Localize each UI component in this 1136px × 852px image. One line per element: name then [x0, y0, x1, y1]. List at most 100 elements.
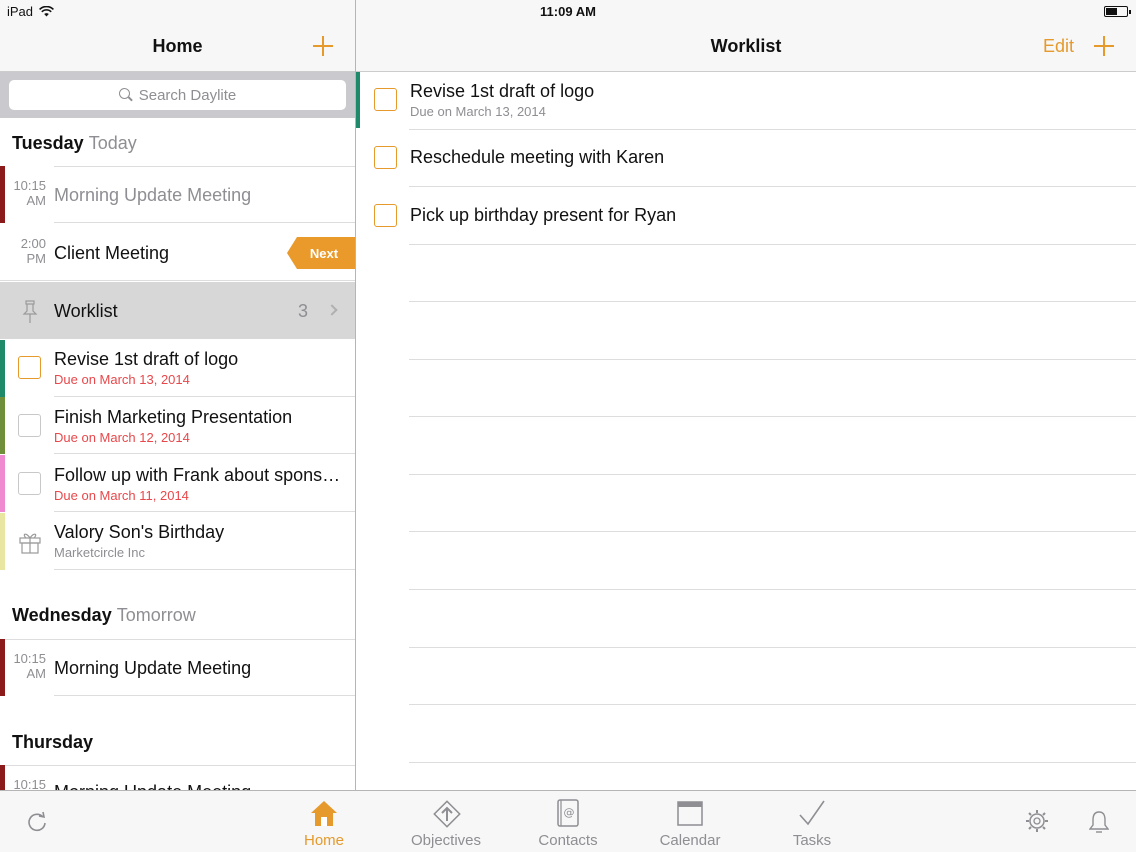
add-icon[interactable]	[313, 36, 333, 56]
tab-bar: Home Objectives @ Contacts Calendar Task…	[0, 790, 1136, 852]
list-item-event[interactable]: 10:15 AM Morning Update Meeting	[0, 166, 355, 223]
event-time: 2:00 PM	[20, 236, 46, 266]
chevron-right-icon	[326, 304, 338, 316]
worklist-panel: Worklist Edit Revise 1st draft of logo D…	[356, 0, 1136, 790]
tab-tasks[interactable]: Tasks	[757, 791, 867, 852]
empty-row-line	[409, 704, 1136, 705]
calendar-icon	[677, 801, 703, 826]
task-color-bar	[0, 455, 5, 512]
event-time: 10:15 AM	[13, 651, 46, 681]
svg-text:@: @	[564, 806, 575, 819]
list-item-task[interactable]: Follow up with Frank about sponsorship D…	[0, 455, 355, 512]
home-panel: Home Search Daylite Tuesday Today 10:15 A…	[0, 0, 355, 790]
section-sub: Tomorrow	[116, 605, 196, 625]
list-item-task[interactable]: Finish Marketing Presentation Due on Mar…	[0, 397, 355, 454]
birthday-color-bar	[0, 513, 5, 570]
task-color-bar	[0, 397, 5, 454]
task-checkbox[interactable]	[374, 88, 397, 111]
objectives-icon	[433, 800, 461, 828]
status-bar: iPad 11:09 AM	[0, 0, 1136, 24]
task-checkbox[interactable]	[374, 204, 397, 227]
task-due: Due on March 13, 2014	[54, 372, 190, 387]
task-row[interactable]: Reschedule meeting with Karen	[356, 129, 1136, 187]
tab-contacts[interactable]: @ Contacts	[513, 791, 623, 852]
task-title: Follow up with Frank about sponsorship	[54, 465, 344, 485]
tab-calendar[interactable]: Calendar	[635, 791, 745, 852]
task-checkbox[interactable]	[374, 146, 397, 169]
worklist-title: Worklist	[710, 36, 782, 56]
status-time: 11:09 AM	[540, 4, 596, 19]
tab-home[interactable]: Home	[269, 791, 379, 852]
search-placeholder: Search Daylite	[138, 86, 237, 104]
task-checkbox[interactable]	[18, 414, 41, 437]
tab-objectives[interactable]: Objectives	[391, 791, 501, 852]
task-row[interactable]: Revise 1st draft of logo Due on March 13…	[356, 72, 1136, 130]
task-title: Reschedule meeting with Karen	[410, 147, 665, 167]
settings-gear-icon[interactable]	[1025, 809, 1049, 833]
worklist-row[interactable]: Worklist 3	[0, 282, 355, 339]
tab-label: Calendar	[659, 832, 721, 849]
tab-label: Contacts	[538, 832, 598, 849]
section-day: Thursday	[12, 732, 94, 752]
task-title: Revise 1st draft of logo	[410, 81, 595, 101]
empty-row-line	[409, 647, 1136, 648]
empty-row-line	[409, 531, 1136, 532]
tab-label: Tasks	[792, 832, 832, 849]
list-item-event[interactable]: 10:15 AM Morning Update Meeting	[0, 639, 355, 696]
task-color-bar	[0, 340, 5, 397]
empty-row-line	[409, 589, 1136, 590]
worklist-label: Worklist	[54, 301, 118, 321]
task-due: Due on March 12, 2014	[54, 430, 190, 445]
tasks-icon	[799, 800, 825, 826]
empty-row-line	[409, 762, 1136, 763]
event-title: Morning Update Meeting	[54, 658, 252, 678]
bell-icon[interactable]	[1089, 810, 1109, 834]
section-day: Wednesday	[12, 605, 112, 625]
event-time: 10:15	[13, 777, 46, 790]
task-checkbox[interactable]	[18, 472, 41, 495]
split-divider	[355, 0, 356, 790]
contacts-icon: @	[557, 799, 579, 827]
task-title: Finish Marketing Presentation	[54, 407, 293, 427]
section-header-tuesday: Tuesday Today	[12, 133, 137, 154]
section-day: Tuesday	[12, 133, 84, 153]
section-header-thursday: Thursday	[12, 732, 93, 753]
task-title: Pick up birthday present for Ryan	[410, 205, 677, 225]
task-color-bar	[356, 72, 360, 128]
section-header-wednesday: Wednesday Tomorrow	[12, 605, 196, 626]
empty-row-line	[409, 474, 1136, 475]
task-row[interactable]: Pick up birthday present for Ryan	[356, 187, 1136, 245]
task-due: Due on March 11, 2014	[54, 488, 189, 503]
section-sub: Today	[88, 133, 137, 153]
home-title: Home	[152, 36, 203, 56]
list-item-event[interactable]: 2:00 PM Client Meeting Next	[0, 224, 355, 281]
search-icon	[118, 88, 133, 102]
task-checkbox[interactable]	[18, 356, 41, 379]
pin-icon	[22, 300, 38, 323]
event-title: Client Meeting	[54, 243, 170, 263]
list-item-event[interactable]: 10:15 Morning Update Meeting	[0, 765, 355, 790]
search-input[interactable]: Search Daylite	[9, 80, 346, 110]
task-title: Revise 1st draft of logo	[54, 349, 239, 369]
birthday-company: Marketcircle Inc	[54, 545, 146, 560]
empty-row-line	[409, 301, 1136, 302]
empty-row-line	[409, 416, 1136, 417]
edit-button[interactable]: Edit	[1043, 36, 1074, 57]
task-due: Due on March 13, 2014	[410, 104, 546, 119]
add-task-icon[interactable]	[1094, 36, 1114, 56]
list-item-task[interactable]: Revise 1st draft of logo Due on March 13…	[0, 340, 355, 397]
empty-row-line	[409, 359, 1136, 360]
birthday-title: Valory Son's Birthday	[54, 522, 225, 542]
tab-label: Home	[303, 832, 344, 849]
event-time: 10:15 AM	[13, 178, 46, 208]
battery-icon	[1104, 6, 1131, 17]
home-icon	[311, 801, 337, 826]
next-badge: Next	[287, 237, 355, 269]
search-bar: Search Daylite	[0, 72, 355, 118]
worklist-count: 3	[298, 301, 309, 321]
event-title: Morning Update Meeting	[54, 185, 252, 205]
list-item-birthday[interactable]: Valory Son's Birthday Marketcircle Inc	[0, 513, 355, 570]
event-title: Morning Update Meeting	[54, 782, 251, 790]
refresh-icon[interactable]	[26, 811, 48, 833]
gift-icon	[19, 533, 41, 554]
